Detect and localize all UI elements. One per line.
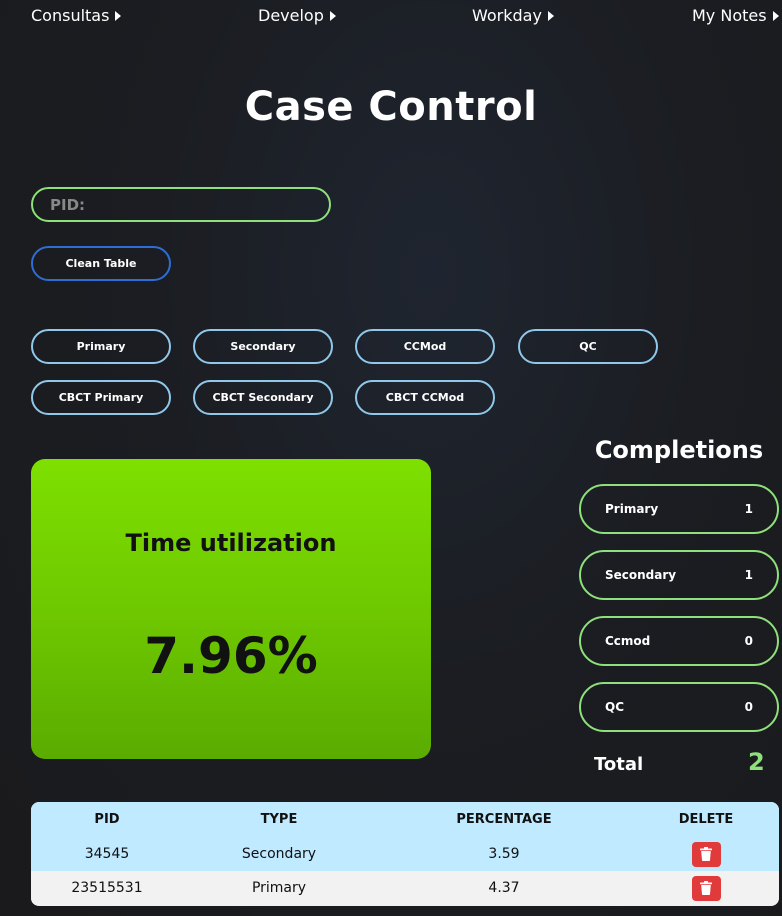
- trash-icon: [700, 847, 712, 861]
- nav-item-develop[interactable]: Develop: [258, 6, 336, 25]
- top-nav: Consultas Develop Workday My Notes: [0, 6, 782, 28]
- delete-row-button[interactable]: [691, 841, 721, 867]
- cell-pid: 34545: [84, 846, 130, 862]
- column-header-type: TYPE: [260, 812, 298, 827]
- table-row: 23515531 Primary 4.37: [31, 871, 779, 905]
- cell-delete: [633, 871, 779, 905]
- column-header-delete: DELETE: [678, 812, 734, 827]
- time-utilization-label: Time utilization: [125, 529, 337, 557]
- pid-input[interactable]: [31, 187, 331, 222]
- type-button-cbct-primary[interactable]: CBCT Primary: [31, 380, 171, 415]
- caret-right-icon: [329, 10, 336, 21]
- table-row: 34545 Secondary 3.59: [31, 837, 779, 871]
- nav-item-my-notes[interactable]: My Notes: [692, 6, 779, 25]
- column-header-pid: PID: [94, 812, 120, 827]
- nav-item-consultas[interactable]: Consultas: [31, 6, 122, 25]
- delete-row-button[interactable]: [691, 875, 721, 901]
- completion-secondary: Secondary 1: [579, 550, 779, 600]
- column-header-percentage: PERCENTAGE: [456, 812, 552, 827]
- completion-primary: Primary 1: [579, 484, 779, 534]
- completions-title: Completions: [594, 436, 764, 464]
- completion-count: 0: [744, 700, 753, 714]
- caret-right-icon: [772, 10, 779, 21]
- type-button-secondary[interactable]: Secondary: [193, 329, 333, 364]
- completion-count: 1: [744, 568, 753, 582]
- cell-delete: [633, 837, 779, 871]
- cases-table: PID TYPE PERCENTAGE DELETE 34545 Seconda…: [31, 802, 779, 906]
- time-utilization-card: Time utilization 7.96%: [31, 459, 431, 759]
- completion-ccmod: Ccmod 0: [579, 616, 779, 666]
- nav-item-label: Workday: [472, 6, 542, 25]
- completion-qc: QC 0: [579, 682, 779, 732]
- table-header-row: PID TYPE PERCENTAGE DELETE: [31, 802, 779, 837]
- nav-item-workday[interactable]: Workday: [472, 6, 554, 25]
- cell-percentage: 3.59: [488, 846, 520, 862]
- completion-label: QC: [605, 700, 625, 714]
- completion-label: Secondary: [605, 568, 677, 582]
- type-button-cbct-secondary[interactable]: CBCT Secondary: [193, 380, 333, 415]
- time-utilization-value: 7.96%: [144, 627, 318, 685]
- cell-percentage: 4.37: [488, 880, 520, 896]
- cell-pid: 23515531: [71, 880, 143, 896]
- trash-icon: [700, 881, 712, 895]
- completion-label: Primary: [605, 502, 659, 516]
- nav-item-label: Consultas: [31, 6, 110, 25]
- total-label: Total: [594, 754, 644, 775]
- type-button-cbct-ccmod[interactable]: CBCT CCMod: [355, 380, 495, 415]
- nav-item-label: Develop: [258, 6, 324, 25]
- type-button-ccmod[interactable]: CCMod: [355, 329, 495, 364]
- cell-type: Primary: [251, 880, 307, 896]
- completion-count: 0: [744, 634, 753, 648]
- caret-right-icon: [547, 10, 554, 21]
- cell-type: Secondary: [241, 846, 317, 862]
- completion-label: Ccmod: [605, 634, 651, 648]
- nav-item-label: My Notes: [692, 6, 767, 25]
- clean-table-button[interactable]: Clean Table: [31, 246, 171, 281]
- type-button-qc[interactable]: QC: [518, 329, 658, 364]
- page-title: Case Control: [244, 84, 538, 130]
- type-button-primary[interactable]: Primary: [31, 329, 171, 364]
- total-value: 2: [748, 748, 765, 776]
- completion-count: 1: [744, 502, 753, 516]
- caret-right-icon: [115, 10, 122, 21]
